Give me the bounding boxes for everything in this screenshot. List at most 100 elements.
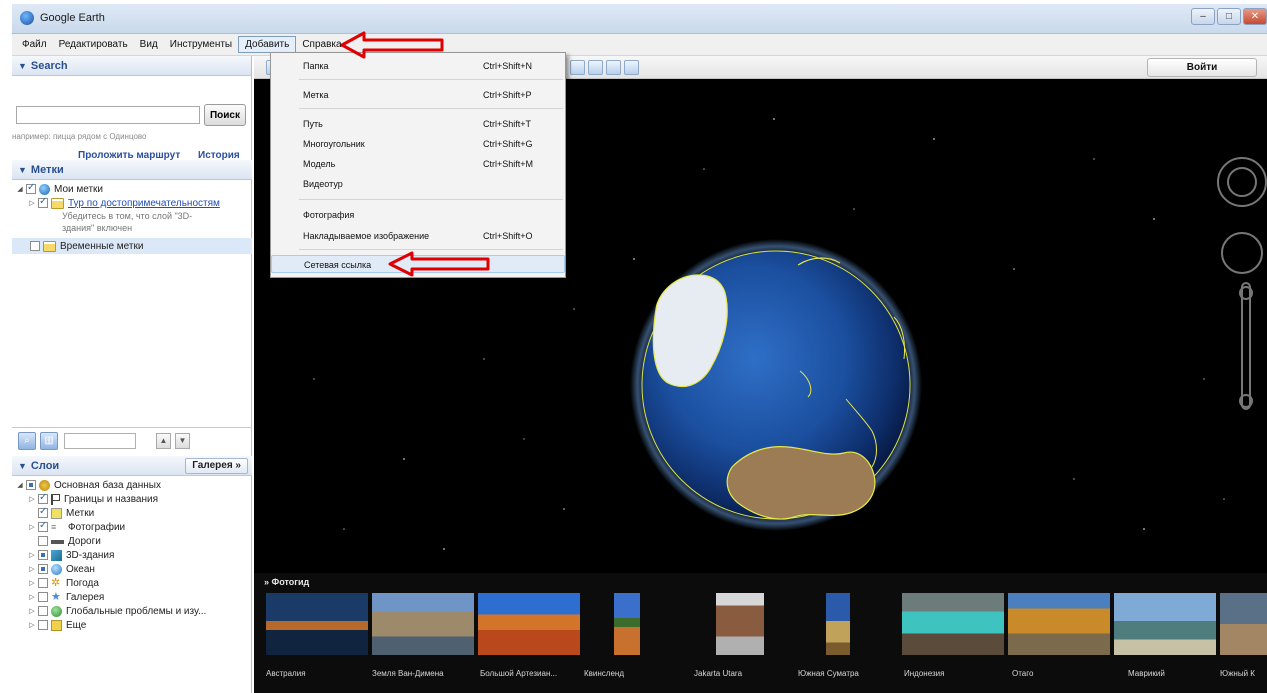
photo-thumbnail[interactable] <box>372 593 474 655</box>
search-input[interactable] <box>16 106 200 124</box>
checkbox[interactable] <box>38 536 48 546</box>
checkbox[interactable] <box>38 506 48 518</box>
folder-icon <box>51 197 64 209</box>
checkbox[interactable] <box>38 620 48 630</box>
photo-caption[interactable]: Южная Суматра <box>798 669 859 678</box>
print-icon[interactable] <box>588 60 603 75</box>
menu-tools[interactable]: Инструменты <box>164 37 238 52</box>
checkbox[interactable] <box>26 480 36 490</box>
layer-label: Фотографии <box>68 521 126 533</box>
places-filter-field[interactable] <box>64 432 136 449</box>
menu-item-label: Путь <box>303 119 323 129</box>
photo-thumbnail[interactable] <box>902 593 1004 655</box>
photo-thumbnail[interactable] <box>478 593 580 655</box>
checkbox[interactable] <box>26 182 36 194</box>
tree-item-label[interactable]: Тур по достопримечательностям <box>68 198 220 209</box>
menu-item-path[interactable]: Путь Ctrl+Shift+T <box>271 115 565 133</box>
menu-separator <box>299 199 563 200</box>
menu-item-placemark[interactable]: Метка Ctrl+Shift+P <box>271 86 565 104</box>
layer-ocean[interactable]: ▷ Океан <box>12 562 252 576</box>
photo-thumbnail[interactable] <box>1114 593 1216 655</box>
menu-file[interactable]: Файл <box>16 37 53 52</box>
photo-caption[interactable]: Jakarta Utara <box>694 669 742 678</box>
search-places-icon[interactable]: ⌕ <box>18 431 36 450</box>
layer-primary-database[interactable]: ◢ Основная база данных <box>12 478 252 492</box>
checkbox[interactable] <box>30 241 40 251</box>
layer-global-awareness[interactable]: ▷ Глобальные проблемы и изу... <box>12 604 252 618</box>
menu-edit[interactable]: Редактировать <box>53 37 134 52</box>
menu-add[interactable]: Добавить <box>238 36 297 53</box>
save-image-icon[interactable] <box>606 60 621 75</box>
menu-item-tour[interactable]: Видеотур <box>271 175 565 193</box>
checkbox[interactable] <box>38 196 48 208</box>
photo-caption[interactable]: Австралия <box>266 669 306 678</box>
sign-in-button[interactable]: Войти <box>1147 58 1257 77</box>
checkbox[interactable] <box>38 550 48 560</box>
photo-guide-title[interactable]: » Фотогид <box>264 577 309 587</box>
panel-toggle-icon[interactable]: ▥ <box>40 431 58 450</box>
layer-photos[interactable]: ▷ ≡ Фотографии <box>12 520 252 534</box>
gallery-button[interactable]: Галерея » <box>185 458 248 474</box>
checkbox[interactable] <box>38 606 48 616</box>
photo-caption[interactable]: Большой Артезиан... <box>480 669 557 678</box>
photo-caption[interactable]: Индонезия <box>904 669 944 678</box>
layer-3d-buildings[interactable]: ▷ 3D-здания <box>12 548 252 562</box>
checkbox[interactable] <box>38 578 48 588</box>
tree-item-my-places[interactable]: ◢ Мои метки <box>12 182 252 196</box>
photo-thumbnail[interactable] <box>716 593 764 655</box>
photo-guide-panel: » Фотогид Австралия Земля Ван-Димена Бол… <box>254 573 1267 693</box>
layer-borders[interactable]: ▷ Границы и названия <box>12 492 252 506</box>
layer-gallery[interactable]: ▷ ★ Галерея <box>12 590 252 604</box>
layer-more[interactable]: ▷ Еще <box>12 618 252 632</box>
expand-arrow-icon[interactable]: ▷ <box>28 593 36 601</box>
expand-arrow-icon[interactable]: ▷ <box>28 621 36 629</box>
menu-item-image-overlay[interactable]: Накладываемое изображение Ctrl+Shift+O <box>271 227 565 245</box>
expand-arrow-icon[interactable]: ▷ <box>28 523 36 531</box>
photo-caption[interactable]: Маврикий <box>1128 669 1165 678</box>
maximize-button[interactable]: □ <box>1217 8 1241 25</box>
layer-label: 3D-здания <box>66 549 115 561</box>
close-button[interactable]: ✕ <box>1243 8 1267 25</box>
expand-arrow-icon[interactable]: ◢ <box>16 185 24 193</box>
move-up-icon[interactable]: ▲ <box>156 432 171 449</box>
expand-arrow-icon[interactable]: ▷ <box>28 565 36 573</box>
photo-thumbnail[interactable] <box>1220 593 1267 655</box>
photo-thumbnail[interactable] <box>826 593 850 655</box>
photo-caption[interactable]: Земля Ван-Димена <box>372 669 444 678</box>
menu-item-photo[interactable]: Фотография <box>271 206 565 224</box>
menu-view[interactable]: Вид <box>134 37 164 52</box>
photo-thumbnail[interactable] <box>1008 593 1110 655</box>
photo-thumbnail[interactable] <box>614 593 640 655</box>
expand-arrow-icon[interactable]: ◢ <box>16 481 24 489</box>
checkbox[interactable] <box>38 564 48 574</box>
move-down-icon[interactable]: ▼ <box>175 432 190 449</box>
expand-arrow-icon[interactable]: ▷ <box>28 607 36 615</box>
expand-arrow-icon[interactable]: ▷ <box>28 199 36 207</box>
search-panel-header[interactable]: ▼ Search <box>12 56 251 76</box>
places-panel-header[interactable]: ▼ Метки <box>12 160 252 180</box>
photo-caption[interactable]: Отаго <box>1012 669 1033 678</box>
checkbox[interactable] <box>38 520 48 532</box>
expand-arrow-icon[interactable]: ▷ <box>28 579 36 587</box>
photo-caption[interactable]: Квинсленд <box>584 669 624 678</box>
search-header-label: Search <box>30 59 68 72</box>
maps-icon[interactable] <box>624 60 639 75</box>
menu-item-shortcut: Ctrl+Shift+O <box>483 231 533 241</box>
search-button[interactable]: Поиск <box>204 104 246 126</box>
menu-item-polygon[interactable]: Многоугольник Ctrl+Shift+G <box>271 135 565 153</box>
email-icon[interactable] <box>570 60 585 75</box>
photo-thumbnail[interactable] <box>266 593 368 655</box>
layers-panel-header[interactable]: ▼ Слои Галерея » <box>12 456 252 476</box>
checkbox[interactable] <box>38 492 48 504</box>
expand-arrow-icon[interactable]: ▷ <box>28 551 36 559</box>
expand-arrow-icon[interactable]: ▷ <box>28 495 36 503</box>
layer-roads[interactable]: Дороги <box>12 534 252 548</box>
layer-places[interactable]: Метки <box>12 506 252 520</box>
tree-item-tour[interactable]: ▷ Тур по достопримечательностям <box>12 196 252 210</box>
minimize-button[interactable]: – <box>1191 8 1215 25</box>
checkbox[interactable] <box>38 592 48 602</box>
menu-item-model[interactable]: Модель Ctrl+Shift+M <box>271 155 565 173</box>
tree-item-temporary-places[interactable]: Временные метки <box>12 238 252 254</box>
photo-caption[interactable]: Южный К <box>1220 669 1255 678</box>
layer-weather[interactable]: ▷ ✲ Погода <box>12 576 252 590</box>
